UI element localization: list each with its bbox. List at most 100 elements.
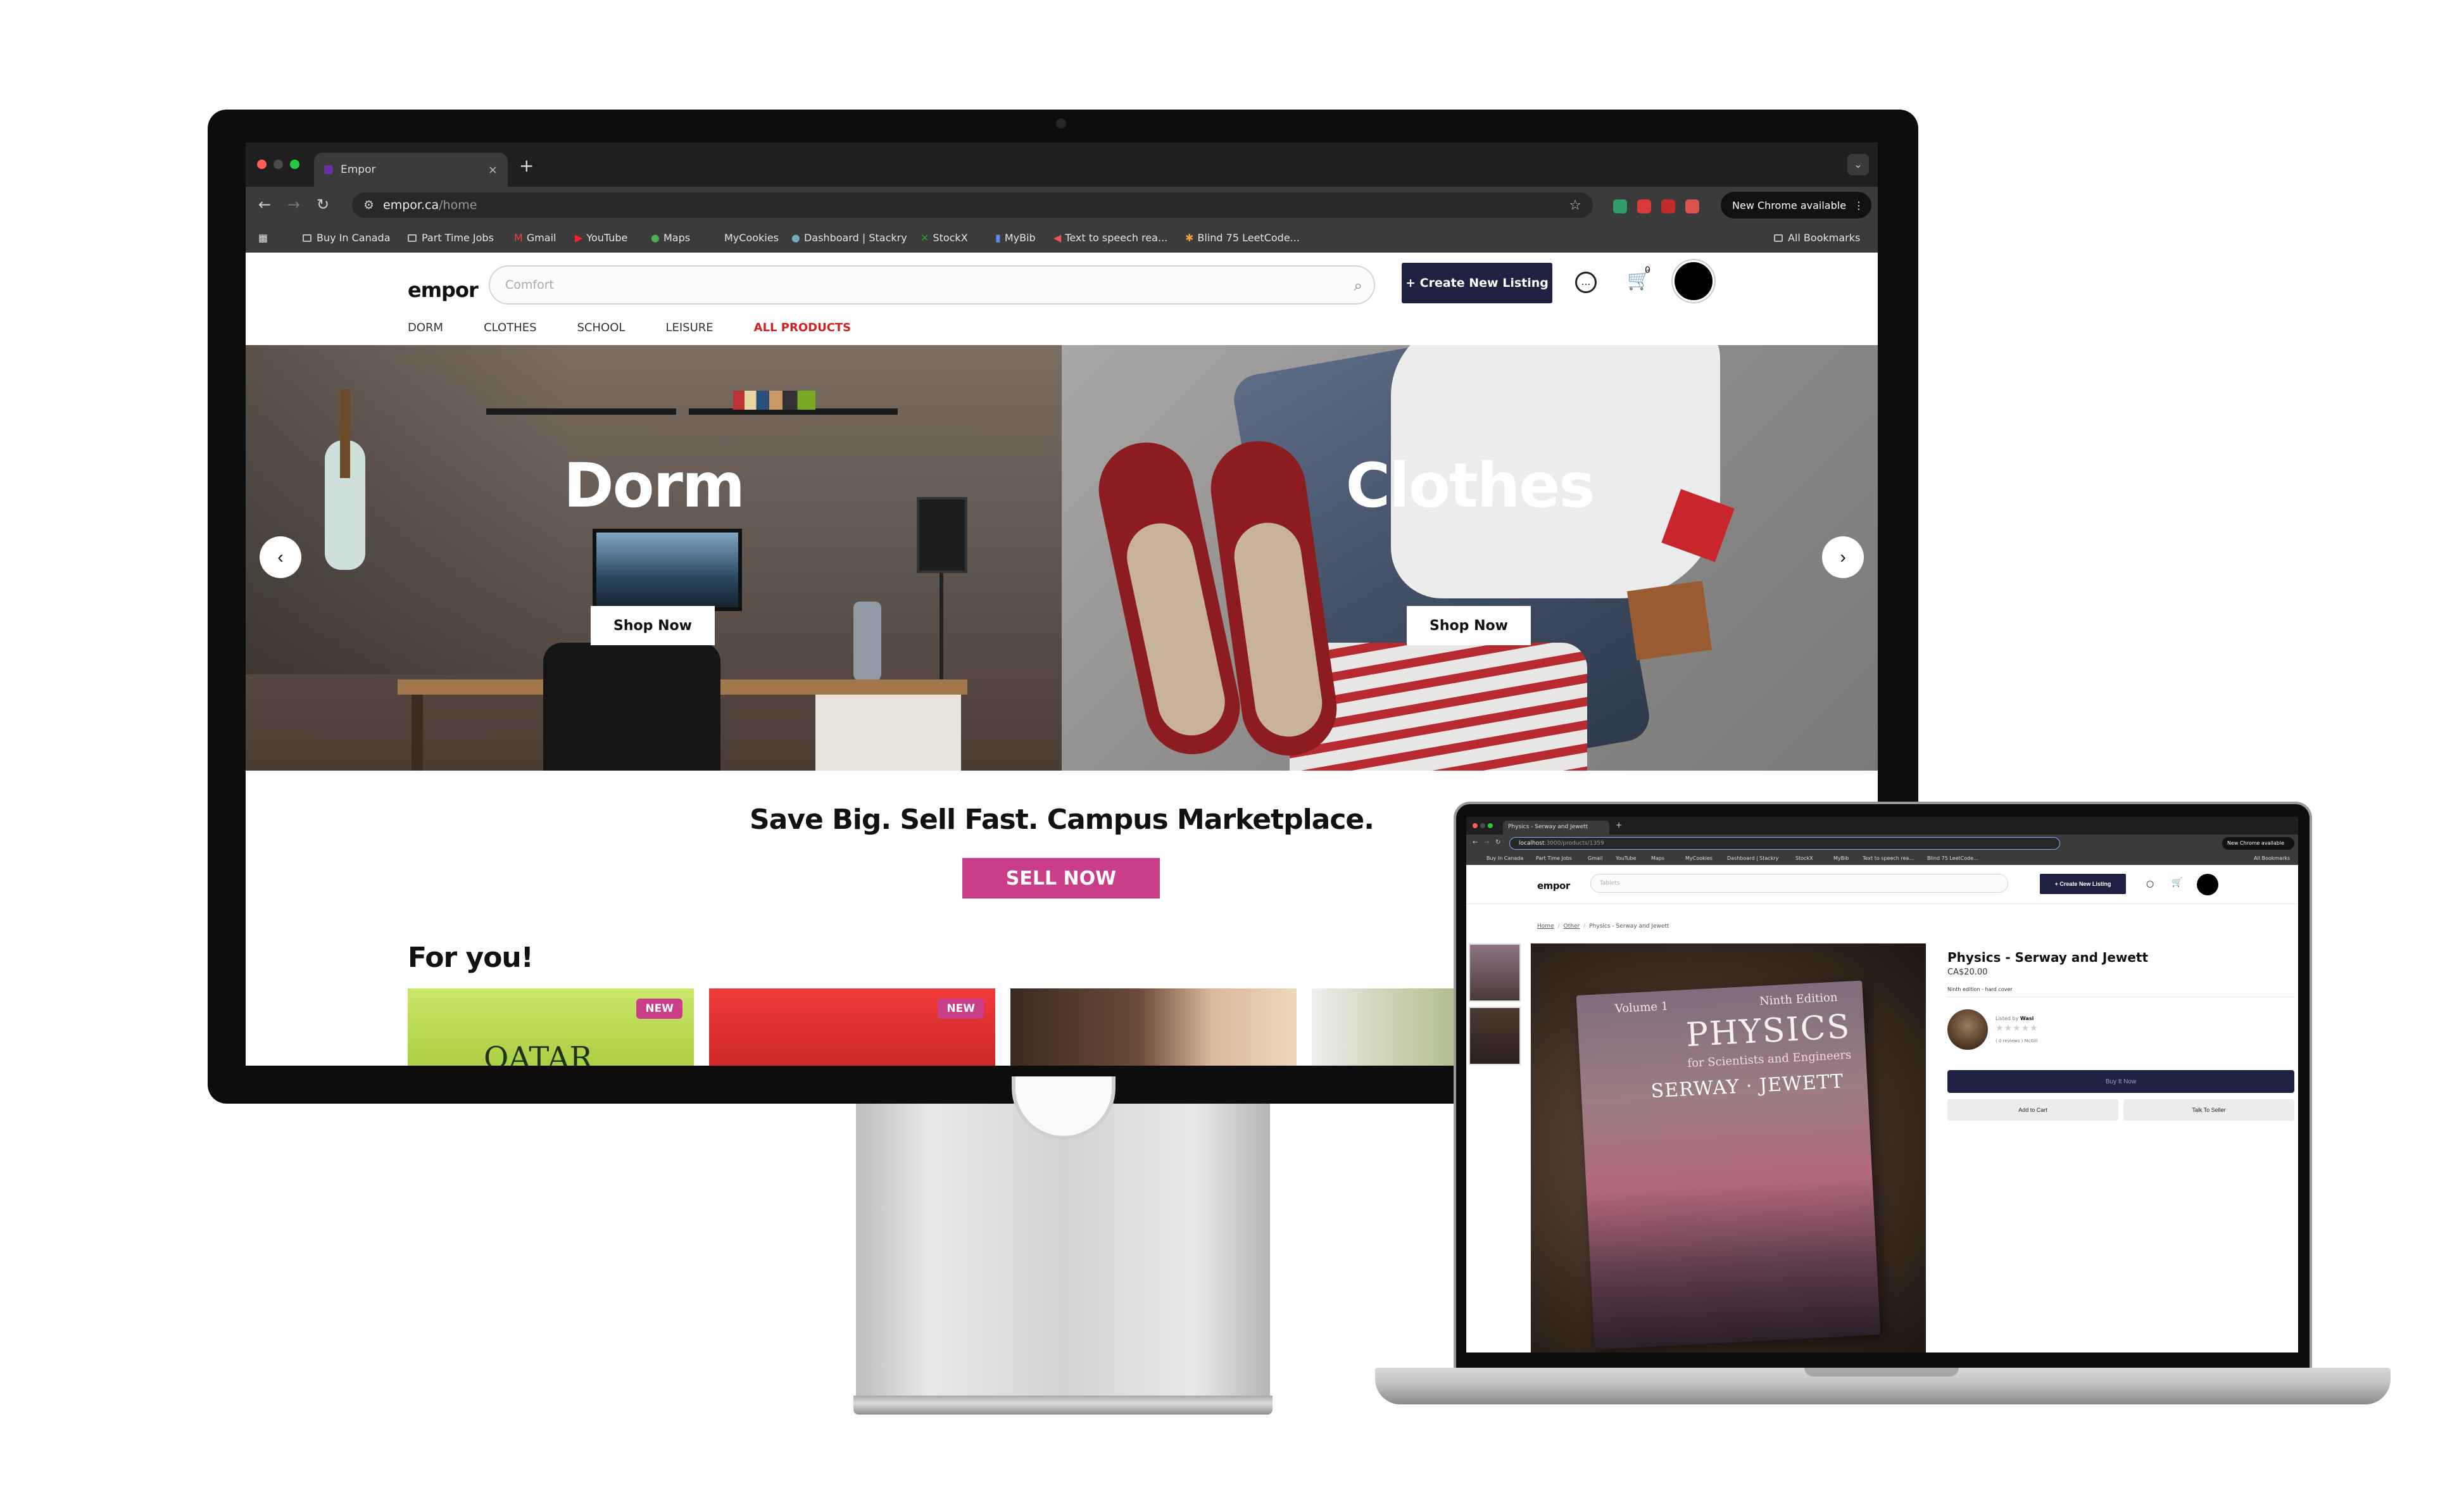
bookmark-item[interactable]: MyBib bbox=[1833, 855, 1849, 861]
carousel-prev-button[interactable]: ‹ bbox=[260, 536, 301, 578]
hero-panel-dorm[interactable]: Dorm Shop Now bbox=[246, 345, 1062, 771]
bookmark-item[interactable]: M Gmail bbox=[514, 232, 556, 244]
browser-toolbar: ← → ↻ localhost:3000/products/1359 New C… bbox=[1466, 835, 2298, 852]
minimize-window-button[interactable] bbox=[273, 160, 283, 169]
site-info-icon[interactable]: ⚙ bbox=[363, 198, 374, 212]
product-card[interactable] bbox=[1010, 988, 1297, 1066]
create-new-listing-button[interactable]: + Create New Listing bbox=[1402, 263, 1552, 303]
reload-icon[interactable]: ↻ bbox=[317, 196, 329, 213]
gmail-extension-icon[interactable] bbox=[1685, 199, 1699, 213]
empor-logo[interactable]: empor bbox=[1537, 880, 1570, 892]
search-input[interactable]: Tablets bbox=[1590, 874, 2008, 893]
bookmark-item[interactable]: Text to speech rea... bbox=[1863, 855, 1914, 861]
category-leisure[interactable]: LEISURE bbox=[665, 321, 713, 334]
category-school[interactable]: SCHOOL bbox=[577, 321, 625, 334]
address-bar[interactable]: ⚙ empor.ca/home ☆ bbox=[352, 192, 1593, 218]
category-all-products[interactable]: ALL PRODUCTS bbox=[754, 321, 852, 334]
bookmark-label: Text to speech rea... bbox=[1065, 232, 1168, 244]
product-thumbnail[interactable] bbox=[1469, 943, 1521, 1002]
bookmark-item[interactable]: ▮ MyBib bbox=[995, 232, 1036, 244]
messages-icon[interactable]: … bbox=[1575, 272, 1597, 293]
bookmark-item[interactable]: Blind 75 LeetCode... bbox=[1927, 855, 1978, 861]
bookmark-item[interactable]: ✱ Blind 75 LeetCode... bbox=[1185, 232, 1300, 244]
close-window-button[interactable] bbox=[257, 160, 267, 169]
bookmark-item[interactable]: ▶ YouTube bbox=[575, 232, 627, 244]
minimize-window-button[interactable] bbox=[1480, 823, 1485, 828]
forward-arrow-icon[interactable]: → bbox=[1484, 839, 1489, 846]
extension-icon[interactable] bbox=[1613, 199, 1627, 213]
talk-to-seller-button[interactable]: Talk To Seller bbox=[2123, 1099, 2294, 1121]
breadcrumb-home[interactable]: Home bbox=[1537, 923, 1554, 930]
extension-icon[interactable] bbox=[1637, 199, 1651, 213]
category-clothes[interactable]: CLOTHES bbox=[484, 321, 536, 334]
bookmark-item[interactable]: Part Time Jobs bbox=[1536, 855, 1572, 861]
reload-icon[interactable]: ↻ bbox=[1495, 839, 1500, 846]
product-card[interactable]: NEW bbox=[709, 988, 995, 1066]
leetcode-icon: ✱ bbox=[1185, 232, 1194, 244]
bookmark-item[interactable]: Gmail bbox=[1588, 855, 1602, 861]
browser-tab-empor[interactable]: Empor × bbox=[314, 153, 508, 187]
address-bar[interactable]: localhost:3000/products/1359 bbox=[1509, 837, 2060, 850]
close-tab-icon[interactable]: × bbox=[488, 163, 498, 177]
product-card[interactable]: QATAR NEW bbox=[408, 988, 694, 1066]
search-input[interactable] bbox=[505, 275, 1328, 294]
url-host: empor.ca bbox=[383, 198, 439, 212]
empor-logo[interactable]: empor bbox=[408, 278, 479, 302]
forward-arrow-icon[interactable]: → bbox=[287, 196, 300, 213]
user-avatar[interactable] bbox=[1673, 260, 1714, 302]
sell-now-button[interactable]: SELL NOW bbox=[962, 858, 1160, 899]
all-bookmarks[interactable]: All Bookmarks bbox=[1774, 232, 1860, 244]
bookmarks-bar: Buy In Canada Part Time Jobs Gmail YouTu… bbox=[1466, 852, 2298, 865]
new-tab-button[interactable]: + bbox=[519, 155, 534, 176]
search-icon[interactable]: ⌕ bbox=[1354, 277, 1362, 294]
buy-it-now-button[interactable]: Buy It Now bbox=[1947, 1070, 2294, 1093]
extension-icon[interactable] bbox=[1661, 199, 1675, 213]
shop-now-clothes-button[interactable]: Shop Now bbox=[1407, 606, 1531, 645]
desk-drawers bbox=[815, 695, 961, 771]
seller-avatar[interactable] bbox=[1947, 1009, 1988, 1050]
add-to-cart-button[interactable]: Add to Cart bbox=[1947, 1099, 2118, 1121]
bookmark-item[interactable]: ✕ StockX bbox=[921, 232, 968, 244]
bookmark-item[interactable]: ◀ Text to speech rea... bbox=[1053, 232, 1167, 244]
tab-search-menu-icon[interactable]: ⌄ bbox=[1847, 154, 1869, 175]
bookmark-item[interactable]: Part Time Jobs bbox=[408, 232, 494, 244]
bookmark-item[interactable]: MyCookies bbox=[1685, 855, 1713, 861]
back-arrow-icon[interactable]: ← bbox=[1473, 839, 1478, 846]
product-thumbnail[interactable] bbox=[1469, 1007, 1521, 1065]
bookmark-item[interactable]: Maps bbox=[1651, 855, 1664, 861]
bookmark-item[interactable]: MyCookies bbox=[724, 232, 779, 244]
new-tab-button[interactable]: + bbox=[1616, 821, 1622, 829]
user-avatar[interactable] bbox=[2197, 874, 2218, 895]
maximize-window-button[interactable] bbox=[290, 160, 299, 169]
dorm-shelf bbox=[486, 408, 676, 415]
bookmark-label: Maps bbox=[663, 232, 691, 244]
messages-icon[interactable]: ○ bbox=[2146, 879, 2154, 889]
kebab-menu-icon[interactable]: ⋮ bbox=[1854, 199, 1864, 211]
for-you-heading: For you! bbox=[408, 942, 534, 974]
maximize-window-button[interactable] bbox=[1488, 823, 1493, 828]
all-bookmarks[interactable]: All Bookmarks bbox=[2254, 855, 2290, 861]
hero-panel-clothes[interactable]: Clothes Shop Now bbox=[1062, 345, 1878, 771]
bookmark-item[interactable]: Dashboard | Stackry bbox=[1727, 855, 1778, 861]
carousel-next-button[interactable]: › bbox=[1822, 536, 1864, 578]
back-arrow-icon[interactable]: ← bbox=[258, 196, 271, 213]
bookmark-item[interactable]: ● Dashboard | Stackry bbox=[791, 232, 907, 244]
bookmark-item[interactable]: ● Maps bbox=[651, 232, 690, 244]
bookmark-star-icon[interactable]: ☆ bbox=[1569, 198, 1581, 213]
browser-tab-product[interactable]: Physics - Serway and Jewett bbox=[1503, 821, 1609, 835]
seller-name[interactable]: Wasi bbox=[2020, 1016, 2033, 1021]
bookmark-item[interactable]: Buy In Canada bbox=[1487, 855, 1523, 861]
create-new-listing-button[interactable]: + Create New Listing bbox=[2040, 874, 2126, 894]
new-chrome-available-button[interactable]: New Chrome available ⋮ bbox=[1721, 192, 1871, 218]
breadcrumb-other[interactable]: Other bbox=[1564, 923, 1580, 930]
category-dorm[interactable]: DORM bbox=[408, 321, 443, 334]
shop-now-dorm-button[interactable]: Shop Now bbox=[591, 606, 715, 645]
cart-icon[interactable]: 🛒 bbox=[2172, 878, 2182, 888]
close-window-button[interactable] bbox=[1473, 823, 1478, 828]
bookmark-item[interactable]: YouTube bbox=[1616, 855, 1637, 861]
apps-grid-icon[interactable]: ▦ bbox=[258, 232, 268, 244]
new-chrome-available-button[interactable]: New Chrome available bbox=[2222, 837, 2294, 850]
bookmark-item[interactable]: StockX bbox=[1795, 855, 1813, 861]
breadcrumb: Home / Other / Physics - Serway and Jewett bbox=[1537, 923, 1669, 930]
bookmark-item[interactable]: Buy In Canada bbox=[303, 232, 391, 244]
